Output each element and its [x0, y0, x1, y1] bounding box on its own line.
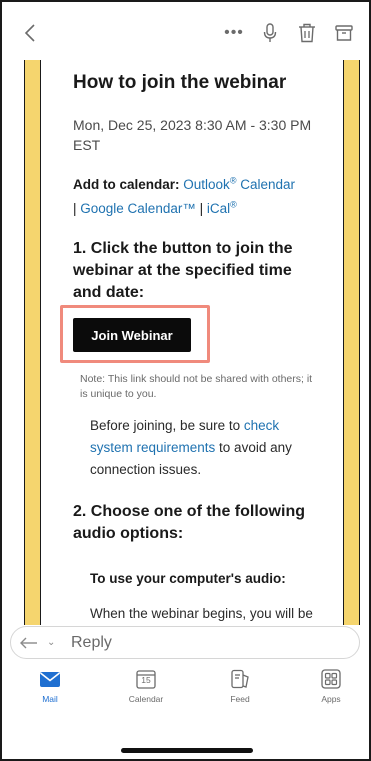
back-icon — [24, 24, 35, 42]
webinar-date: Mon, Dec 25, 2023 8:30 AM - 3:30 PM EST — [73, 117, 312, 153]
outlook-link-text: Outlook — [183, 177, 230, 192]
back-button[interactable] — [20, 20, 40, 46]
join-webinar-button[interactable]: Join Webinar — [73, 318, 191, 352]
bottom-nav: Mail 15 Calendar Feed Apps — [2, 666, 369, 726]
more-options-button[interactable]: ••• — [220, 20, 248, 46]
email-content[interactable]: How to join the webinar Mon, Dec 25, 202… — [2, 60, 369, 625]
reply-bar[interactable]: ⌄ Reply — [10, 626, 360, 659]
step-1-heading: 1. Click the button to join the webinar … — [73, 240, 293, 301]
nav-item-apps[interactable]: Apps — [296, 666, 366, 716]
system-requirements-text: Before joining, be sure to check system … — [90, 415, 315, 481]
email-card: How to join the webinar Mon, Dec 25, 202… — [47, 60, 337, 625]
phone-screen: ••• How to join the webinar Mon, Dec 25,… — [0, 0, 371, 761]
calendar-icon: 15 — [136, 666, 156, 692]
ical-link-text: iCal — [206, 201, 231, 216]
before-prefix: Before joining, be sure to — [90, 418, 244, 433]
chevron-down-icon[interactable]: ⌄ — [47, 637, 61, 648]
microphone-button[interactable] — [259, 20, 281, 46]
nav-item-mail[interactable]: Mail — [15, 666, 85, 716]
feed-icon — [230, 666, 250, 692]
nav-item-calendar[interactable]: 15 Calendar — [111, 666, 181, 716]
decorative-stripe-left — [24, 60, 41, 625]
delete-button[interactable] — [296, 20, 318, 46]
outlook-calendar-text: Calendar — [236, 177, 295, 192]
nav-item-feed[interactable]: Feed — [205, 666, 275, 716]
nav-label-feed: Feed — [230, 694, 250, 704]
trash-icon — [299, 23, 315, 43]
email-toolbar: ••• — [2, 2, 369, 60]
add-to-calendar-label: Add to calendar: — [73, 177, 180, 192]
archive-button[interactable] — [333, 20, 355, 46]
decorative-stripe-right — [343, 60, 360, 625]
computer-audio-subheading: To use your computer's audio: — [90, 571, 286, 586]
nav-label-mail: Mail — [42, 694, 58, 704]
google-calendar-link[interactable]: Google Calendar™ — [80, 201, 196, 216]
mail-icon — [39, 666, 61, 692]
reply-icon[interactable] — [11, 636, 47, 650]
home-indicator[interactable] — [121, 748, 253, 753]
email-heading: How to join the webinar — [73, 72, 287, 93]
apps-icon — [321, 666, 341, 692]
separator: | — [195, 201, 207, 216]
nav-label-calendar: Calendar — [128, 694, 164, 704]
ical-link[interactable]: iCal® — [206, 199, 237, 216]
nav-label-apps: Apps — [321, 694, 341, 704]
add-to-calendar: Add to calendar: Outlook® Calendar | Goo… — [73, 173, 323, 221]
link-note: Note: This link should not be shared wit… — [80, 373, 313, 400]
step-2-heading: 2. Choose one of the following audio opt… — [73, 503, 305, 542]
computer-audio-text: When the webinar begins, you will be con… — [90, 606, 313, 621]
reply-label[interactable]: Reply — [71, 634, 112, 652]
archive-icon — [335, 25, 353, 41]
outlook-calendar-link[interactable]: Outlook® Calendar — [183, 176, 295, 192]
calendar-date: 15 — [141, 675, 151, 685]
ical-registered-mark: ® — [230, 199, 237, 210]
microphone-icon — [263, 23, 277, 42]
